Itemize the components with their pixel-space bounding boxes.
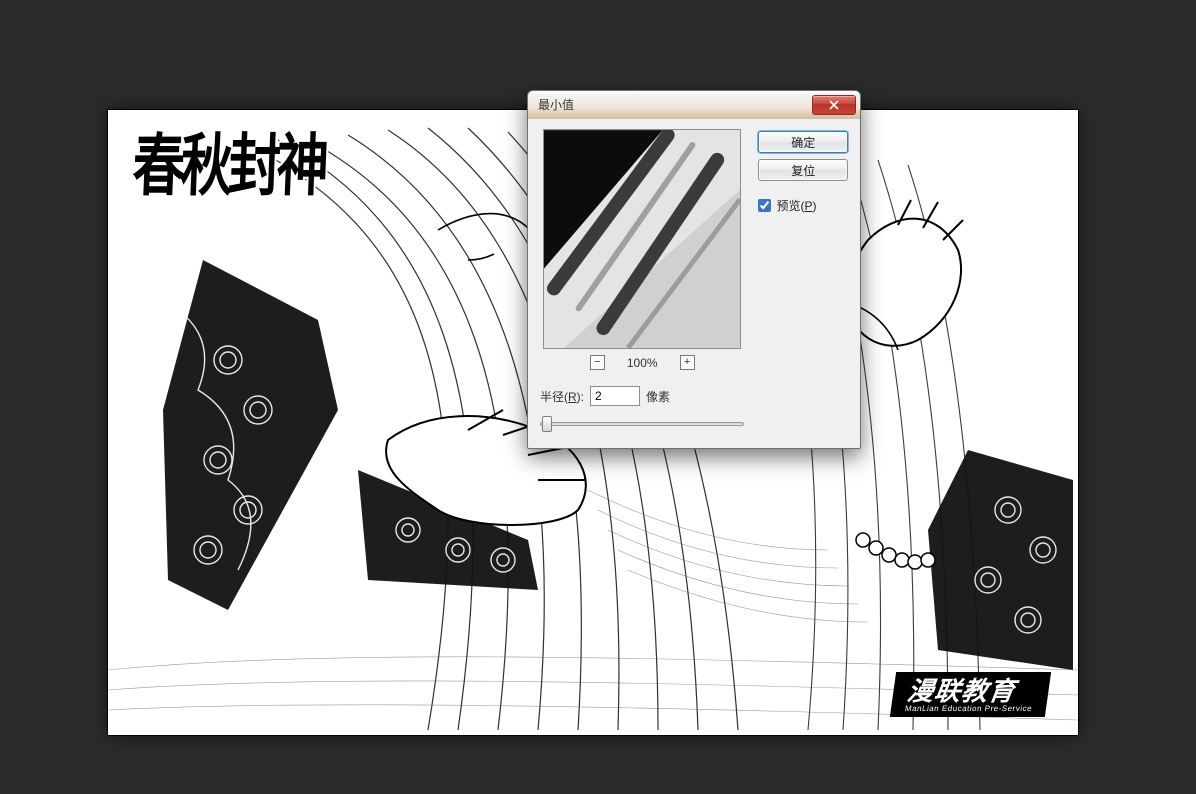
preview-label-prefix: 预览( bbox=[776, 199, 804, 213]
reset-button[interactable]: 复位 bbox=[758, 159, 848, 181]
preview-checkbox-row[interactable]: 预览(P) bbox=[758, 197, 848, 214]
radius-unit: 像素 bbox=[646, 388, 670, 405]
zoom-value: 100% bbox=[627, 356, 658, 370]
radius-label: 半径(R): bbox=[540, 388, 584, 405]
close-button[interactable] bbox=[812, 95, 856, 115]
preview-checkbox[interactable] bbox=[758, 199, 771, 212]
brand-sub: ManLian Education Pre-Service bbox=[904, 705, 1032, 713]
radius-row: 半径(R): 像素 bbox=[540, 386, 744, 406]
dialog-body: − 100% + 半径(R): 像素 确定 复位 bbox=[528, 119, 860, 448]
slider-thumb[interactable] bbox=[542, 416, 552, 432]
zoom-out-button[interactable]: − bbox=[590, 355, 605, 370]
minimum-filter-dialog: 最小值 − bbox=[527, 90, 861, 449]
preview-checkbox-label: 预览(P) bbox=[776, 197, 816, 214]
ok-button[interactable]: 确定 bbox=[758, 131, 848, 153]
radius-hotkey: R bbox=[568, 390, 577, 404]
artwork-title: 春秋封神 bbox=[131, 111, 327, 209]
radius-label-suffix: ): bbox=[577, 390, 584, 404]
close-icon bbox=[829, 100, 839, 110]
preview-label-suffix: ) bbox=[812, 199, 816, 213]
radius-slider[interactable] bbox=[540, 416, 744, 432]
dialog-right-column: 确定 复位 预览(P) bbox=[758, 129, 848, 432]
dialog-left-column: − 100% + 半径(R): 像素 bbox=[540, 129, 744, 432]
radius-label-prefix: 半径( bbox=[540, 390, 568, 404]
preview-thumbnail[interactable] bbox=[543, 129, 741, 349]
radius-input[interactable] bbox=[590, 386, 640, 406]
plus-icon: + bbox=[684, 357, 690, 368]
dialog-titlebar[interactable]: 最小值 bbox=[528, 91, 860, 119]
slider-rail bbox=[540, 422, 744, 426]
zoom-in-button[interactable]: + bbox=[680, 355, 695, 370]
brand-logo: 漫联教育 ManLian Education Pre-Service bbox=[890, 672, 1051, 717]
dialog-title: 最小值 bbox=[538, 96, 574, 113]
preview-image bbox=[544, 130, 740, 348]
minus-icon: − bbox=[594, 357, 600, 368]
brand-name: 漫联教育 bbox=[905, 676, 1017, 706]
zoom-row: − 100% + bbox=[540, 355, 744, 370]
